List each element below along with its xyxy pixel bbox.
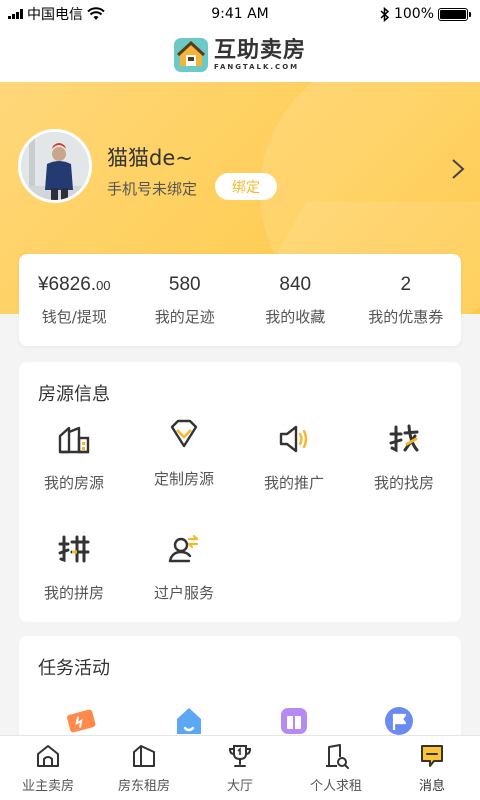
stat-value: 840 [279, 273, 312, 295]
nav-bar: 互助卖房 FANGTALK.COM [0, 28, 480, 82]
home-icon[interactable] [173, 704, 205, 736]
tab-label: 大厅 [226, 778, 253, 794]
logo-house-icon [173, 38, 208, 72]
tab-landlord-rent[interactable]: 房东租房 [96, 736, 192, 800]
stat-favorites[interactable]: 840 我的收藏 [240, 254, 351, 346]
grid-label: 定制房源 [153, 470, 214, 488]
tab-label: 消息 [418, 778, 445, 794]
message-icon [421, 744, 443, 767]
tab-label: 个人求租 [309, 778, 362, 794]
tab-label: 业主卖房 [21, 778, 74, 794]
pin-icon [58, 535, 90, 563]
task-section: 任务活动 [19, 636, 461, 746]
battery-percent: 100% [393, 6, 434, 22]
stat-value: ¥6826.00 [37, 273, 111, 295]
stat-label: 我的优惠券 [368, 307, 444, 326]
house-outline-icon [133, 744, 155, 767]
stat-label: 我的足迹 [154, 307, 215, 326]
logo-subtitle: FANGTALK.COM [213, 63, 300, 71]
grid-label: 我的房源 [43, 474, 104, 492]
stat-coupons[interactable]: 2 我的优惠券 [351, 254, 462, 346]
tab-hall[interactable]: 大厅 [192, 736, 288, 800]
grid-item-promotion[interactable]: 我的推广 [239, 422, 349, 493]
tab-bar: 业主卖房 房东租房 大厅 个人求租 消息 [0, 735, 480, 800]
stat-wallet[interactable]: ¥6826.00 钱包/提现 [19, 254, 130, 346]
section-title: 任务活动 [38, 658, 110, 679]
phone-status: 手机号未绑定 [107, 180, 198, 198]
grid-item-shared-housing[interactable]: 我的拼房 [19, 532, 129, 603]
app-logo: 互助卖房 FANGTALK.COM [173, 38, 306, 72]
transfer-person-icon [168, 534, 199, 563]
chevron-right-icon[interactable] [450, 158, 466, 180]
grid-label: 我的推广 [263, 474, 324, 492]
ticket-icon[interactable] [65, 706, 97, 734]
battery-icon [438, 7, 471, 21]
housing-section: 房源信息 我的房源 定制房源 我的推广 我的找房 我的拼房 过户服务 [19, 362, 461, 622]
username: 猫猫de~ [107, 146, 193, 170]
status-right: 100% [380, 6, 471, 22]
tab-messages[interactable]: 消息 [384, 736, 480, 800]
house-icon [37, 744, 59, 767]
stat-label: 我的收藏 [265, 307, 326, 326]
flag-icon[interactable] [383, 706, 415, 736]
logo-text: 互助卖房 FANGTALK.COM [213, 38, 306, 72]
gift-icon[interactable] [278, 706, 310, 736]
signal-icon [8, 9, 23, 19]
find-icon [389, 424, 419, 453]
wifi-icon [87, 7, 105, 20]
tab-label: 房东租房 [117, 778, 170, 794]
section-title: 房源信息 [38, 384, 110, 405]
bluetooth-icon [380, 6, 390, 22]
diamond-icon [170, 419, 198, 448]
megaphone-icon [279, 425, 308, 453]
status-bar: 中国电信 9:41 AM 100% [0, 0, 480, 28]
carrier-label: 中国电信 [27, 7, 83, 23]
stat-value: 580 [168, 273, 201, 295]
grid-label: 我的找房 [373, 474, 434, 492]
stat-footprints[interactable]: 580 我的足迹 [130, 254, 241, 346]
stats-card: ¥6826.00 钱包/提现 580 我的足迹 840 我的收藏 2 我的优惠券 [19, 254, 461, 346]
grid-label: 过户服务 [153, 584, 214, 602]
building-icon [58, 426, 90, 454]
stat-label: 钱包/提现 [41, 307, 107, 326]
grid-item-find-house[interactable]: 我的找房 [349, 422, 459, 493]
status-left: 中国电信 [8, 4, 105, 24]
trophy-icon [228, 744, 252, 767]
grid-item-transfer-service[interactable]: 过户服务 [129, 532, 239, 603]
logo-title: 互助卖房 [213, 38, 306, 63]
tab-personal-rent[interactable]: 个人求租 [288, 736, 384, 800]
bind-phone-button[interactable]: 绑定 [215, 173, 277, 200]
grid-item-my-listings[interactable]: 我的房源 [19, 422, 129, 493]
grid-item-custom-listings[interactable]: 定制房源 [129, 418, 239, 489]
stat-value: 2 [400, 273, 412, 295]
door-search-icon [326, 743, 349, 769]
tab-owner-sell[interactable]: 业主卖房 [0, 736, 96, 800]
avatar[interactable] [18, 129, 92, 203]
grid-label: 我的拼房 [43, 584, 104, 602]
